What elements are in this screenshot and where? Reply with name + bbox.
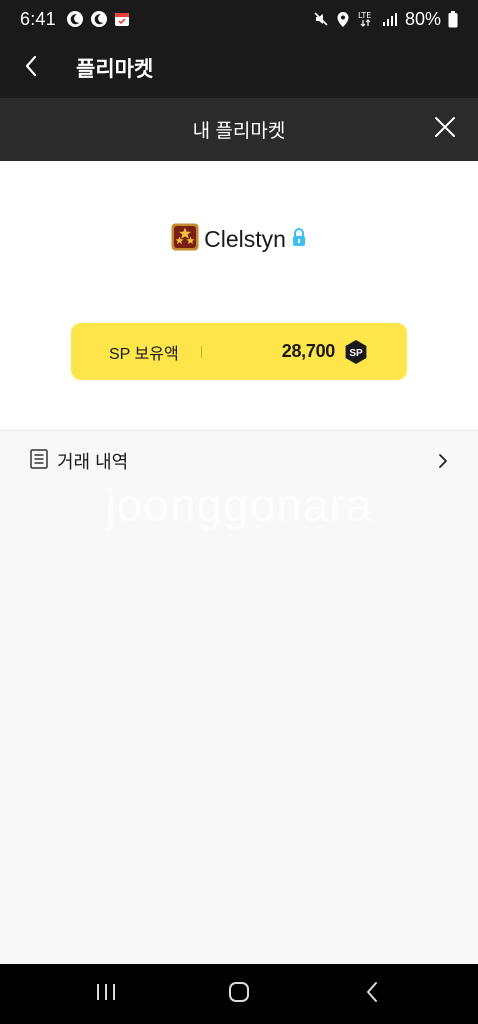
username: Clelstyn	[204, 225, 286, 252]
app-bar: 플리마켓	[0, 38, 478, 98]
app-title: 플리마켓	[76, 58, 154, 81]
svg-text:SP: SP	[349, 348, 363, 359]
recent-apps-button[interactable]	[76, 969, 136, 1019]
system-back-button[interactable]	[342, 969, 402, 1019]
moon-notification-icon	[90, 10, 108, 28]
profile-row: Clelstyn	[0, 223, 478, 255]
signal-icon	[382, 12, 398, 26]
chevron-left-icon	[24, 55, 38, 82]
status-left: 6:41	[20, 9, 130, 30]
profile-section: Clelstyn SP 보유액 28,700 SP	[0, 161, 478, 430]
moon-notification-icon	[66, 10, 84, 28]
sp-badge-icon: SP	[343, 339, 369, 365]
modal-header: 내 플리마켓	[0, 98, 478, 161]
sp-divider	[200, 345, 202, 358]
sp-balance-card[interactable]: SP 보유액 28,700 SP	[71, 323, 407, 380]
back-button[interactable]	[0, 38, 62, 98]
status-right: LTE 80%	[313, 9, 458, 30]
calendar-notification-icon	[114, 11, 130, 27]
svg-text:LTE: LTE	[358, 11, 371, 20]
transaction-history-label: 거래 내역	[57, 452, 129, 472]
screen: 6:41 LTE 80% 플리마켓 내 플리마켓 Clelstyn SP 보유액…	[0, 0, 478, 1024]
back-icon	[365, 981, 379, 1008]
recent-apps-icon	[95, 982, 117, 1007]
close-button[interactable]	[426, 110, 464, 148]
status-time: 6:41	[20, 8, 56, 29]
battery-percent: 80%	[404, 8, 441, 29]
chevron-right-icon	[438, 453, 448, 469]
close-icon	[434, 116, 456, 143]
modal-title: 내 플리마켓	[192, 121, 286, 142]
three-star-rank-icon	[171, 223, 199, 256]
lock-icon	[291, 227, 307, 252]
status-bar: 6:41 LTE 80%	[0, 0, 478, 38]
lte-icon: LTE	[357, 10, 375, 28]
battery-icon	[448, 10, 458, 28]
system-nav-bar	[0, 964, 478, 1024]
document-list-icon	[30, 448, 48, 474]
home-button[interactable]	[209, 969, 269, 1019]
home-icon	[228, 981, 250, 1008]
watermark-text: joonggonara	[105, 479, 373, 531]
sp-balance-label: SP 보유액	[109, 345, 179, 363]
mute-icon	[313, 11, 329, 27]
sp-balance-amount: 28,700	[281, 341, 336, 361]
location-icon	[336, 11, 350, 28]
